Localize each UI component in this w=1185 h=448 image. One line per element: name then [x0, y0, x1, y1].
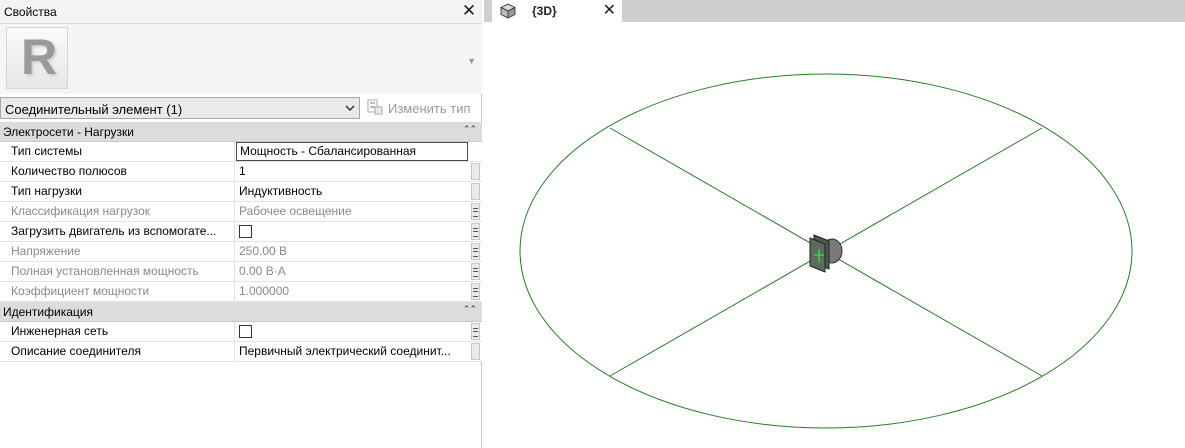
- edit-type-label: Изменить тип: [388, 101, 471, 116]
- revit-logo: R: [6, 27, 68, 89]
- row-scroll-handle[interactable]: [471, 183, 480, 200]
- type-dropdown-icon[interactable]: ▼: [467, 56, 476, 66]
- tab-label: {3D}: [532, 4, 557, 18]
- property-name: Количество полюсов: [0, 162, 235, 181]
- property-row[interactable]: Описание соединителя Первичный электричес…: [0, 342, 482, 362]
- cube-icon: [500, 3, 516, 19]
- property-row[interactable]: Коэффициент мощности 1.000000: [0, 282, 482, 302]
- property-value: 1.000000: [239, 284, 290, 298]
- chevron-down-icon: [345, 105, 355, 112]
- property-row[interactable]: Тип системы Мощность - Сбалансированная: [0, 142, 482, 162]
- property-value-input[interactable]: Мощность - Сбалансированная: [236, 142, 468, 161]
- property-name: Загрузить двигатель из вспомогате...: [0, 222, 235, 241]
- group-label: Электросети - Нагрузки: [3, 125, 134, 139]
- property-row[interactable]: Полная установленная мощность 0.00 В·А: [0, 262, 482, 282]
- logo-letter: R: [21, 29, 58, 85]
- row-scroll-handle[interactable]: [471, 243, 480, 260]
- property-checkbox-cell[interactable]: [236, 222, 468, 241]
- row-scroll-handle[interactable]: [471, 343, 480, 360]
- property-row[interactable]: Классификация нагрузок Рабочее освещение: [0, 202, 482, 222]
- tab-3d[interactable]: {3D} ✕: [492, 0, 622, 22]
- collapse-icon[interactable]: ⌃⌃: [463, 304, 477, 315]
- property-value[interactable]: Первичный электрический соединит...: [236, 342, 468, 361]
- selector-row: Соединительный элемент (1) Изменить тип: [0, 96, 482, 122]
- close-icon[interactable]: ✕: [460, 1, 478, 21]
- property-grid: Электросети - Нагрузки ⌃⌃ Тип системы Мощно…: [0, 122, 482, 362]
- type-preview-area[interactable]: R ▼: [0, 24, 482, 94]
- row-scroll-handle[interactable]: [471, 163, 480, 180]
- edit-type-icon: [367, 99, 383, 115]
- property-row[interactable]: Тип нагрузки Индуктивность: [0, 182, 482, 202]
- group-label: Идентификация: [3, 305, 93, 319]
- panel-title: Свойства: [4, 5, 57, 19]
- property-row[interactable]: Инженерная сеть: [0, 322, 482, 342]
- connector-element[interactable]: [809, 234, 843, 273]
- view-tab-bar: {3D} ✕: [484, 0, 1185, 22]
- property-checkbox-cell[interactable]: [236, 322, 468, 341]
- tab-close-icon[interactable]: ✕: [603, 0, 616, 22]
- property-name: Инженерная сеть: [0, 322, 235, 341]
- property-value[interactable]: 1: [236, 162, 468, 181]
- row-scroll-handle[interactable]: [471, 263, 480, 280]
- property-row[interactable]: Загрузить двигатель из вспомогате...: [0, 222, 482, 242]
- property-name: Напряжение: [0, 242, 235, 261]
- property-value: 250.00 В: [239, 244, 288, 258]
- property-name: Тип нагрузки: [0, 182, 235, 201]
- property-row[interactable]: Напряжение 250.00 В: [0, 242, 482, 262]
- property-row[interactable]: Количество полюсов 1: [0, 162, 482, 182]
- row-scroll-handle[interactable]: [471, 223, 480, 240]
- properties-panel: Свойства ✕ R ▼ Соединительный элемент (1…: [0, 0, 482, 448]
- group-header[interactable]: Электросети - Нагрузки ⌃⌃: [0, 122, 482, 142]
- property-value: 0.00 В·А: [239, 264, 286, 278]
- checkbox[interactable]: [239, 325, 252, 338]
- 3d-canvas[interactable]: [484, 22, 1185, 448]
- row-scroll-handle[interactable]: [471, 323, 480, 340]
- property-name: Классификация нагрузок: [0, 202, 235, 221]
- row-scroll-handle[interactable]: [471, 203, 480, 220]
- property-name: Описание соединителя: [0, 342, 235, 361]
- panel-title-bar: Свойства ✕: [0, 0, 482, 24]
- collapse-icon[interactable]: ⌃⌃: [463, 124, 477, 135]
- instance-selector-value: Соединительный элемент (1): [5, 102, 183, 117]
- row-scroll-handle[interactable]: [471, 283, 480, 300]
- property-name: Коэффициент мощности: [0, 282, 235, 301]
- property-value[interactable]: Индуктивность: [236, 182, 468, 201]
- checkbox[interactable]: [239, 225, 252, 238]
- property-name: Полная установленная мощность: [0, 262, 235, 281]
- edit-type-button[interactable]: Изменить тип: [366, 97, 478, 119]
- property-value: Рабочее освещение: [239, 204, 352, 218]
- group-header[interactable]: Идентификация ⌃⌃: [0, 302, 482, 322]
- property-name: Тип системы: [0, 142, 235, 161]
- view-area: {3D} ✕: [484, 0, 1185, 448]
- instance-selector[interactable]: Соединительный элемент (1): [0, 97, 360, 119]
